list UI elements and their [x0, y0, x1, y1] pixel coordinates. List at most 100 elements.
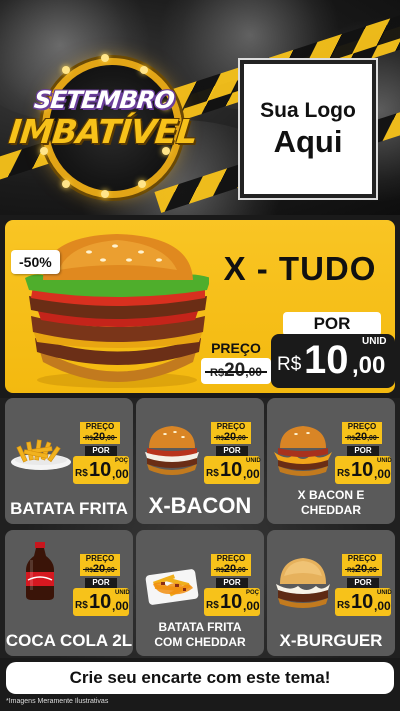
price-int: 10: [351, 459, 374, 481]
featured-preco-label: PREÇO: [211, 340, 261, 356]
product-card[interactable]: PREÇO R$20,00 POR R$ 10 ,00 UNID X-BACON: [136, 398, 264, 524]
soda-bottle-icon: [26, 542, 54, 600]
price-unit: UNID: [115, 590, 130, 596]
price-unit: POÇ: [246, 590, 260, 596]
product-card[interactable]: PREÇO R$20,00 POR R$ 10 ,00 UNID COCA CO…: [5, 530, 133, 656]
featured-section: -50% X - TUDO PREÇO R$20,00 POR R$ 10 ,0…: [0, 215, 400, 398]
badge-light: [62, 180, 70, 188]
badge-title-line1: SETEMBRO: [32, 86, 176, 114]
price-unit: POÇ: [115, 458, 129, 464]
preco-label: PREÇO: [211, 554, 251, 563]
cheeseburger-icon: [276, 558, 330, 608]
old-price: R$20,00: [342, 431, 382, 444]
price-box: R$ 10 ,00 POÇ: [73, 456, 129, 484]
logo-text-line2: Aqui: [273, 124, 343, 159]
product-name: X-BURGUER: [279, 631, 383, 650]
product-card[interactable]: PREÇO R$20,00 POR R$ 10 ,00 POÇ BATATA F…: [136, 530, 264, 656]
logo-text-line1: Sua Logo: [260, 99, 356, 122]
product-name: X-BACON: [148, 493, 252, 518]
price-unit: UNID: [362, 336, 387, 347]
badge-light: [101, 190, 109, 198]
price-currency: R$: [206, 600, 219, 611]
old-price: R$20,00: [80, 431, 120, 444]
fries-icon: [11, 439, 71, 470]
price-int: 10: [304, 338, 349, 382]
disclaimer-text: *Imagens Meramente Ilustrativas: [6, 698, 109, 705]
product-name: BATATA FRITA COM CHEDDAR: [154, 620, 246, 649]
preco-label: PREÇO: [80, 554, 120, 563]
price-currency: R$: [337, 468, 350, 479]
price-cents: ,00: [374, 599, 391, 613]
price-int: 10: [220, 591, 243, 613]
preco-label: PREÇO: [211, 422, 251, 431]
logo-placeholder[interactable]: Sua Logo Aqui: [240, 60, 376, 198]
cheddar-fries-icon: [145, 569, 199, 605]
old-price: R$20,00: [80, 563, 120, 576]
cheddar-burger-icon: [274, 426, 332, 476]
price-cents: ,00: [374, 467, 391, 481]
cta-button[interactable]: Crie seu encarte com este tema!: [6, 662, 394, 694]
strikethrough-line: [83, 569, 117, 570]
preco-label: PREÇO: [80, 422, 120, 431]
price-box: R$ 10 ,00 UNID: [335, 588, 392, 616]
featured-card[interactable]: -50% X - TUDO PREÇO R$20,00 POR R$ 10 ,0…: [5, 220, 395, 393]
product-card[interactable]: PREÇO R$20,00 POR R$ 10 ,00 POÇ BATATA F…: [5, 398, 133, 524]
product-card[interactable]: PREÇO R$20,00 POR R$ 10 ,00 UNID X-BURGU…: [267, 530, 395, 656]
product-name: X BACON E CHEDDAR: [297, 488, 365, 517]
featured-price-box: R$ 10 ,00 UNID: [271, 334, 395, 388]
price-int: 10: [89, 591, 112, 613]
featured-por-label: POR: [283, 312, 381, 336]
badge-light: [62, 66, 70, 74]
strikethrough-line: [214, 569, 248, 570]
product-name: BATATA FRITA: [10, 499, 128, 518]
campaign-badge: SETEMBRO IMBATÍVEL: [7, 52, 199, 202]
price-unit: UNID: [377, 458, 392, 464]
preco-label: PREÇO: [342, 554, 382, 563]
price-int: 10: [351, 591, 374, 613]
price-box: R$ 10 ,00 UNID: [73, 588, 130, 616]
featured-old-price: R$20,00: [201, 358, 271, 384]
por-label: POR: [85, 446, 117, 456]
old-currency: R$: [210, 367, 225, 379]
por-label: POR: [216, 446, 248, 456]
old-price: R$20,00: [342, 563, 382, 576]
price-box: R$ 10 ,00 UNID: [204, 456, 261, 484]
por-label: POR: [85, 578, 117, 588]
featured-product-name: X - TUDO: [223, 250, 377, 287]
preco-label: PREÇO: [342, 422, 382, 431]
price-cents: ,00: [243, 467, 260, 481]
price-unit: UNID: [246, 458, 261, 464]
price-unit: UNID: [377, 590, 392, 596]
old-price: R$20,00: [211, 563, 251, 576]
price-currency: R$: [277, 354, 302, 375]
price-box: R$ 10 ,00 POÇ: [204, 588, 260, 616]
price-box: R$ 10 ,00 UNID: [335, 456, 392, 484]
badge-light: [140, 66, 148, 74]
price-cents: ,00: [243, 599, 260, 613]
header-banner: SETEMBRO IMBATÍVEL Sua Logo Aqui: [0, 0, 400, 215]
burger-icon: [145, 426, 199, 475]
product-name: COCA COLA 2L: [5, 631, 133, 650]
footer: Crie seu encarte com este tema! *Imagens…: [0, 658, 400, 711]
badge-title-line2: IMBATÍVEL: [7, 112, 199, 151]
por-label: POR: [347, 578, 379, 588]
price-cents: ,00: [112, 467, 129, 481]
product-card[interactable]: PREÇO R$20,00 POR R$ 10 ,00 UNID X BACON…: [267, 398, 395, 524]
strikethrough-line: [345, 437, 379, 438]
price-currency: R$: [337, 600, 350, 611]
strikethrough-line: [214, 437, 248, 438]
price-cents: ,00: [112, 599, 129, 613]
price-cents: ,00: [352, 352, 386, 379]
price-currency: R$: [206, 468, 219, 479]
por-label: POR: [216, 578, 248, 588]
strikethrough-line: [205, 371, 267, 373]
price-int: 10: [89, 459, 112, 481]
badge-light: [138, 180, 146, 188]
discount-tag: -50%: [11, 250, 60, 274]
strikethrough-line: [345, 569, 379, 570]
price-currency: R$: [75, 600, 88, 611]
products-grid: PREÇO R$20,00 POR R$ 10 ,00 POÇ BATATA F…: [0, 398, 400, 658]
por-label: POR: [347, 446, 379, 456]
price-currency: R$: [75, 468, 88, 479]
price-int: 10: [220, 459, 243, 481]
